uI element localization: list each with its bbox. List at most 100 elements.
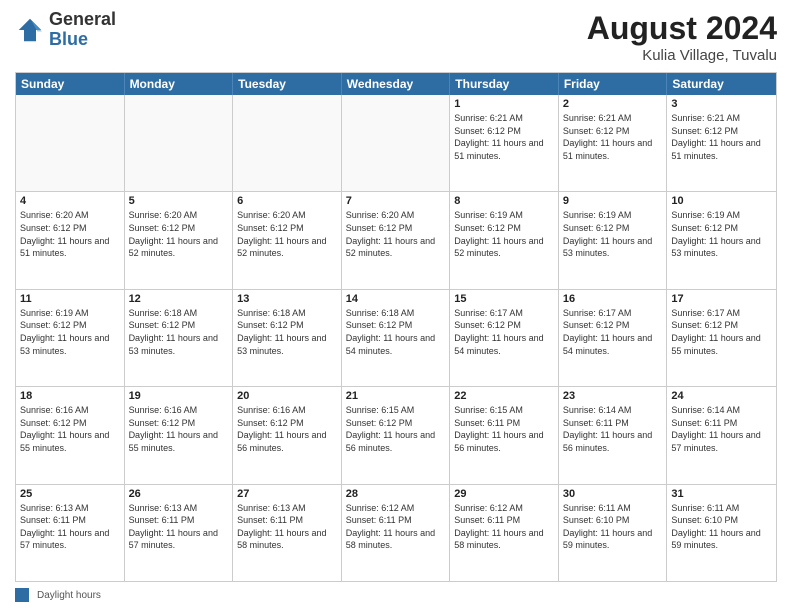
day-info: Sunrise: 6:15 AM Sunset: 6:12 PM Dayligh… [346,404,446,454]
day-info: Sunrise: 6:20 AM Sunset: 6:12 PM Dayligh… [20,209,120,259]
cal-cell-2-6: 17Sunrise: 6:17 AM Sunset: 6:12 PM Dayli… [667,290,776,386]
cal-cell-3-6: 24 Sunrise: 6:14 AM Sunset: 6:11 PM Dayli… [667,387,776,483]
cal-cell-0-2 [233,95,342,191]
day-info: Sunrise: 6:18 AM Sunset: 6:12 PM Dayligh… [129,307,229,357]
day-info: Sunrise: 6:14 AM Sunset: 6:11 PM Dayligh… [671,404,772,454]
day-info: Sunrise: 6:21 AM Sunset: 6:12 PM Dayligh… [671,112,772,162]
day-number: 18 [20,390,120,402]
cal-cell-2-0: 11 Sunrise: 6:19 AM Sunset: 6:12 PM Dayli… [16,290,125,386]
day-info: Sunrise: 6:19 AM Sunset: 6:12 PM Dayligh… [20,307,120,357]
cal-cell-2-5: 16 Sunrise: 6:17 AM Sunset: 6:12 PM Dayli… [559,290,668,386]
day-number: 20 [237,390,337,402]
day-info: Sunrise: 6:16 AM Sunset: 6:12 PM Dayligh… [129,404,229,454]
cal-cell-4-5: 30Sunrise: 6:11 AM Sunset: 6:10 PM Dayli… [559,485,668,581]
cal-cell-3-4: 22 Sunrise: 6:15 AM Sunset: 6:11 PM Dayli… [450,387,559,483]
cal-cell-3-2: 20 Sunrise: 6:16 AM Sunset: 6:12 PM Dayli… [233,387,342,483]
header-wednesday: Wednesday [342,73,451,95]
week-row-0: 1 Sunrise: 6:21 AM Sunset: 6:12 PM Daylig… [16,95,776,192]
page: General Blue August 2024 Kulia Village, … [0,0,792,612]
header: General Blue August 2024 Kulia Village, … [15,10,777,64]
cal-cell-0-5: 2 Sunrise: 6:21 AM Sunset: 6:12 PM Daylig… [559,95,668,191]
day-number: 1 [454,98,554,110]
daylight-legend-box [15,588,29,602]
day-info: Sunrise: 6:13 AM Sunset: 6:11 PM Dayligh… [237,502,337,552]
day-number: 24 [671,390,772,402]
day-number: 26 [129,488,229,500]
week-row-3: 18 Sunrise: 6:16 AM Sunset: 6:12 PM Dayli… [16,387,776,484]
day-number: 31 [671,488,772,500]
day-info: Sunrise: 6:15 AM Sunset: 6:11 PM Dayligh… [454,404,554,454]
cal-cell-2-1: 12 Sunrise: 6:18 AM Sunset: 6:12 PM Dayli… [125,290,234,386]
header-saturday: Saturday [667,73,776,95]
cal-cell-4-4: 29Sunrise: 6:12 AM Sunset: 6:11 PM Dayli… [450,485,559,581]
cal-cell-2-3: 14Sunrise: 6:18 AM Sunset: 6:12 PM Dayli… [342,290,451,386]
cal-cell-4-3: 28Sunrise: 6:12 AM Sunset: 6:11 PM Dayli… [342,485,451,581]
logo-icon [15,15,45,45]
day-info: Sunrise: 6:17 AM Sunset: 6:12 PM Dayligh… [563,307,663,357]
day-info: Sunrise: 6:12 AM Sunset: 6:11 PM Dayligh… [454,502,554,552]
week-row-4: 25 Sunrise: 6:13 AM Sunset: 6:11 PM Dayli… [16,485,776,581]
day-info: Sunrise: 6:18 AM Sunset: 6:12 PM Dayligh… [237,307,337,357]
header-tuesday: Tuesday [233,73,342,95]
footer-label: Daylight hours [37,590,101,601]
day-number: 27 [237,488,337,500]
cal-cell-1-6: 10 Sunrise: 6:19 AM Sunset: 6:12 PM Dayli… [667,192,776,288]
cal-cell-3-1: 19 Sunrise: 6:16 AM Sunset: 6:12 PM Dayli… [125,387,234,483]
cal-cell-3-0: 18 Sunrise: 6:16 AM Sunset: 6:12 PM Dayli… [16,387,125,483]
day-number: 25 [20,488,120,500]
day-number: 12 [129,293,229,305]
logo: General Blue [15,10,116,50]
header-thursday: Thursday [450,73,559,95]
day-info: Sunrise: 6:19 AM Sunset: 6:12 PM Dayligh… [671,209,772,259]
day-number: 8 [454,195,554,207]
logo-general-text: General [49,10,116,30]
day-info: Sunrise: 6:20 AM Sunset: 6:12 PM Dayligh… [129,209,229,259]
cal-cell-0-4: 1Sunrise: 6:21 AM Sunset: 6:12 PM Daylig… [450,95,559,191]
main-title: August 2024 [587,10,777,47]
day-number: 14 [346,293,446,305]
day-info: Sunrise: 6:20 AM Sunset: 6:12 PM Dayligh… [237,209,337,259]
day-number: 2 [563,98,663,110]
week-row-1: 4 Sunrise: 6:20 AM Sunset: 6:12 PM Daylig… [16,192,776,289]
header-monday: Monday [125,73,234,95]
subtitle: Kulia Village, Tuvalu [587,47,777,64]
day-number: 5 [129,195,229,207]
cal-cell-1-1: 5 Sunrise: 6:20 AM Sunset: 6:12 PM Daylig… [125,192,234,288]
cal-cell-0-1 [125,95,234,191]
cal-cell-3-5: 23Sunrise: 6:14 AM Sunset: 6:11 PM Dayli… [559,387,668,483]
day-number: 6 [237,195,337,207]
day-number: 11 [20,293,120,305]
day-info: Sunrise: 6:20 AM Sunset: 6:12 PM Dayligh… [346,209,446,259]
day-number: 22 [454,390,554,402]
day-number: 10 [671,195,772,207]
cal-cell-0-3 [342,95,451,191]
day-info: Sunrise: 6:21 AM Sunset: 6:12 PM Dayligh… [563,112,663,162]
cal-cell-2-4: 15Sunrise: 6:17 AM Sunset: 6:12 PM Dayli… [450,290,559,386]
header-friday: Friday [559,73,668,95]
calendar-body: 1 Sunrise: 6:21 AM Sunset: 6:12 PM Daylig… [16,95,776,581]
cal-cell-2-2: 13Sunrise: 6:18 AM Sunset: 6:12 PM Dayli… [233,290,342,386]
day-info: Sunrise: 6:16 AM Sunset: 6:12 PM Dayligh… [237,404,337,454]
day-number: 23 [563,390,663,402]
cal-cell-0-0 [16,95,125,191]
cal-cell-1-3: 7Sunrise: 6:20 AM Sunset: 6:12 PM Daylig… [342,192,451,288]
day-info: Sunrise: 6:12 AM Sunset: 6:11 PM Dayligh… [346,502,446,552]
day-number: 3 [671,98,772,110]
calendar-header-row: SundayMondayTuesdayWednesdayThursdayFrid… [16,73,776,95]
day-number: 15 [454,293,554,305]
day-number: 16 [563,293,663,305]
cal-cell-1-4: 8 Sunrise: 6:19 AM Sunset: 6:12 PM Daylig… [450,192,559,288]
cal-cell-1-5: 9Sunrise: 6:19 AM Sunset: 6:12 PM Daylig… [559,192,668,288]
day-number: 19 [129,390,229,402]
day-number: 9 [563,195,663,207]
day-info: Sunrise: 6:19 AM Sunset: 6:12 PM Dayligh… [454,209,554,259]
title-block: August 2024 Kulia Village, Tuvalu [587,10,777,64]
day-number: 4 [20,195,120,207]
day-info: Sunrise: 6:11 AM Sunset: 6:10 PM Dayligh… [671,502,772,552]
cal-cell-4-1: 26Sunrise: 6:13 AM Sunset: 6:11 PM Dayli… [125,485,234,581]
calendar: SundayMondayTuesdayWednesdayThursdayFrid… [15,72,777,582]
day-info: Sunrise: 6:16 AM Sunset: 6:12 PM Dayligh… [20,404,120,454]
header-sunday: Sunday [16,73,125,95]
day-info: Sunrise: 6:13 AM Sunset: 6:11 PM Dayligh… [20,502,120,552]
logo-text: General Blue [49,10,116,50]
